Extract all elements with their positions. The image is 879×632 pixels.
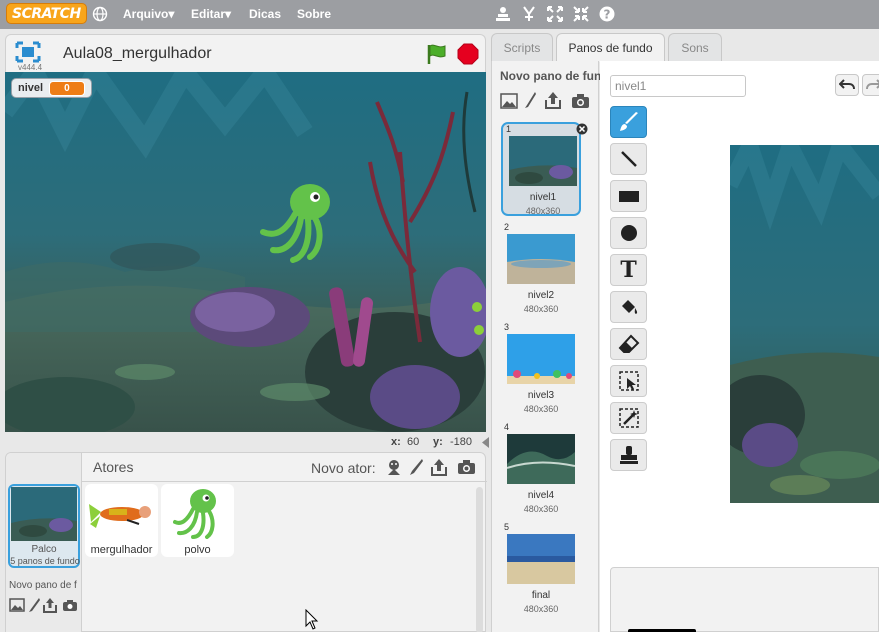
version-label: v444.4 <box>18 63 43 72</box>
stage-thumbnail-name: Palco <box>31 544 57 555</box>
new-sprite-label: Novo ator: <box>311 460 376 476</box>
backdrop-item-final[interactable]: 5 final 480x360 <box>501 522 581 616</box>
menu-tips[interactable]: Dicas <box>249 0 281 29</box>
rectangle-icon[interactable] <box>610 180 647 212</box>
tab-backdrops[interactable]: Panos de fundo <box>556 33 665 62</box>
variable-value: 0 <box>49 81 85 96</box>
stage-thumbnail-image <box>11 487 77 541</box>
backdrop-list: Novo pano de fundo 1 nivel1 480x360 2 ni… <box>491 61 612 632</box>
scrollbar[interactable] <box>476 487 483 632</box>
upload-sprite-icon[interactable] <box>430 458 448 479</box>
canvas[interactable] <box>730 145 879 503</box>
svg-text:?: ? <box>604 8 611 22</box>
magic-select-icon[interactable] <box>610 402 647 434</box>
delete-backdrop-icon[interactable] <box>576 123 588 138</box>
backdrop-thumbnail <box>509 136 577 186</box>
backdrop-item-nivel3[interactable]: 3 nivel3 480x360 <box>501 322 581 416</box>
stage[interactable]: nivel 0 <box>5 72 486 432</box>
select-icon[interactable] <box>610 365 647 397</box>
text-icon[interactable]: T <box>610 254 647 286</box>
paint-backdrop-icon[interactable] <box>28 597 40 616</box>
variable-name: nivel <box>18 82 44 94</box>
collapse-stage-icon[interactable] <box>482 437 489 448</box>
menu-file[interactable]: Arquivo▾ <box>123 0 174 29</box>
stamp-icon[interactable] <box>610 439 647 471</box>
sprite-pane: Atores Novo ator: Palco 5 panos de fundo… <box>5 452 487 632</box>
backdrop-item-nivel2[interactable]: 2 nivel2 480x360 <box>501 222 581 316</box>
x-label: x: <box>391 436 401 448</box>
scratch-logo[interactable]: SCRATCH <box>6 3 87 24</box>
backdrop-item-nivel4[interactable]: 4 nivel4 480x360 <box>501 422 581 516</box>
brush-icon[interactable] <box>610 106 647 138</box>
menu-edit[interactable]: Editar▾ <box>191 0 231 29</box>
sprites-header: Atores <box>93 459 134 475</box>
help-icon[interactable]: ? <box>599 0 615 32</box>
menu-bar: SCRATCH Arquivo▾ Editar▾ Dicas Sobre ? <box>0 0 879 29</box>
undo-icon[interactable] <box>835 74 859 96</box>
line-icon[interactable] <box>610 143 647 175</box>
project-title[interactable]: Aula08_mergulhador <box>63 45 212 63</box>
redo-icon[interactable] <box>862 74 879 96</box>
camera-new-backdrop-icon[interactable] <box>571 93 590 112</box>
upload-backdrop-file-icon[interactable] <box>544 91 562 112</box>
new-backdrop-header: Novo pano de fundo <box>500 69 612 83</box>
choose-sprite-icon[interactable] <box>385 458 403 479</box>
backdrop-thumbnail <box>507 434 575 484</box>
sprite-thumbnail[interactable]: polvo <box>161 484 234 557</box>
backdrop-thumbnail <box>507 534 575 584</box>
eraser-icon[interactable] <box>610 328 647 360</box>
choose-backdrop-library-icon[interactable] <box>500 93 518 112</box>
tab-sounds[interactable]: Sons <box>668 33 722 61</box>
grow-icon[interactable] <box>547 0 563 32</box>
green-flag-icon[interactable] <box>426 43 448 68</box>
duplicate-icon[interactable] <box>495 0 511 32</box>
sprite-list-divider <box>82 481 487 482</box>
sprite-name: polvo <box>184 544 211 556</box>
new-backdrop-label: Novo pano de f <box>9 580 77 591</box>
paint-new-backdrop-icon[interactable] <box>524 91 536 112</box>
shrink-icon[interactable] <box>573 0 589 32</box>
stage-header: v444.4 Aula08_mergulhador <box>5 34 486 72</box>
octopus-sprite-image <box>173 489 216 539</box>
y-value: -180 <box>450 436 473 448</box>
menu-about[interactable]: Sobre <box>297 0 331 29</box>
costume-name-field[interactable] <box>610 75 746 97</box>
sprite-name: mergulhador <box>90 544 153 556</box>
fill-icon[interactable] <box>610 291 647 323</box>
cut-icon[interactable] <box>521 0 537 32</box>
variable-monitor[interactable]: nivel 0 <box>11 78 92 98</box>
y-label: y: <box>433 436 443 448</box>
stage-backdrop <box>5 72 486 432</box>
sprite-thumbnail[interactable]: mergulhador <box>85 484 158 557</box>
paint-sprite-icon[interactable] <box>408 458 424 479</box>
paint-editor: T <box>600 61 879 632</box>
stage-thumbnail-subtitle: 5 panos de fundo <box>10 556 80 566</box>
camera-backdrop-icon[interactable] <box>62 599 78 615</box>
backdrop-thumbnail <box>507 334 575 384</box>
backdrop-thumbnail <box>507 234 575 284</box>
choose-backdrop-icon[interactable] <box>9 598 25 615</box>
mouse-cursor <box>305 608 319 632</box>
upload-backdrop-icon[interactable] <box>42 597 58 616</box>
ellipse-icon[interactable] <box>610 217 647 249</box>
tab-scripts[interactable]: Scripts <box>491 33 553 61</box>
camera-sprite-icon[interactable] <box>457 459 476 478</box>
x-value: 60 <box>407 436 420 448</box>
stage-thumbnail[interactable]: Palco 5 panos de fundo <box>8 484 80 568</box>
color-palette-panel <box>610 567 879 632</box>
stop-icon[interactable] <box>457 43 479 68</box>
diver-sprite-image <box>89 504 151 528</box>
backdrop-item-nivel1[interactable]: 1 nivel1 480x360 <box>501 122 588 216</box>
globe-icon[interactable] <box>92 0 108 32</box>
